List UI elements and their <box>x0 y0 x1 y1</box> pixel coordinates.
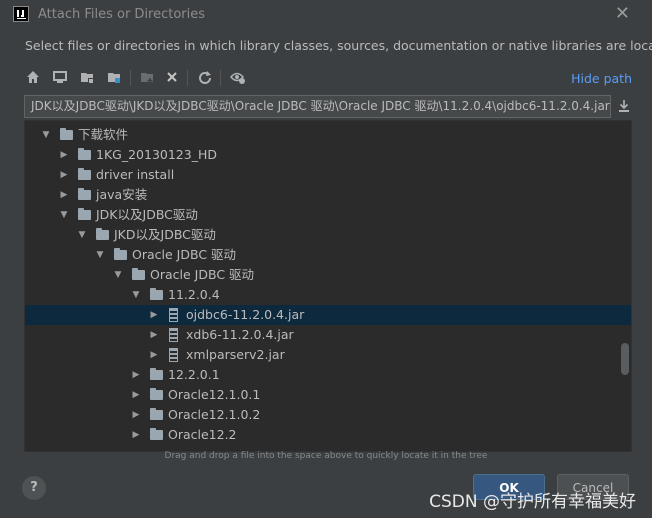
hide-path-link[interactable]: Hide path <box>571 71 632 86</box>
expand-down-icon[interactable]: ▼ <box>113 265 123 285</box>
tree-row[interactable]: ▼ Oracle JDBC 驱动 <box>25 245 631 265</box>
title-bar: Attach Files or Directories ✕ <box>0 0 652 30</box>
tree-row[interactable]: ▶ xmlparserv2.jar <box>25 345 631 365</box>
tree-row[interactable]: ▼ JKD以及JDBC驱动 <box>25 225 631 245</box>
tree-row[interactable]: ▼ 11.2.0.4 <box>25 285 631 305</box>
tree-item-label: ojdbc6-11.2.0.4.jar <box>186 307 305 322</box>
collapse-right-icon[interactable]: ▶ <box>131 405 141 425</box>
expand-down-icon[interactable]: ▼ <box>41 125 51 145</box>
tree-item-label: java安装 <box>96 187 148 202</box>
tree-item-label: Oracle12.2 <box>168 427 237 442</box>
tree-item-label: Oracle JDBC 驱动 <box>132 247 237 262</box>
tree-row[interactable]: ▼ Oracle JDBC 驱动 <box>25 265 631 285</box>
tree-item-label: 1KG_20130123_HD <box>96 147 217 162</box>
folder-icon <box>78 148 91 160</box>
expand-down-icon[interactable]: ▼ <box>131 285 141 305</box>
folder-icon <box>150 288 163 300</box>
new-folder-icon[interactable] <box>138 68 156 86</box>
jar-file-icon <box>169 308 178 322</box>
folder-icon <box>132 268 145 280</box>
folder-icon <box>78 168 91 180</box>
folder-icon <box>150 408 163 420</box>
refresh-icon[interactable] <box>196 68 214 86</box>
toolbar-separator <box>220 70 221 86</box>
collapse-right-icon[interactable]: ▶ <box>131 385 141 405</box>
tree-row[interactable]: ▶ xdb6-11.2.0.4.jar <box>25 325 631 345</box>
tree-row[interactable]: ▶ 12.2.0.1 <box>25 365 631 385</box>
collapse-right-icon[interactable]: ▶ <box>149 305 159 325</box>
tree-item-label: 11.2.0.4 <box>168 287 220 302</box>
tree-item-label: JDK以及JDBC驱动 <box>96 207 198 222</box>
tree-row[interactable]: ▶ Oracle12.1.0.1 <box>25 385 631 405</box>
folder-icon <box>78 188 91 200</box>
tree-item-label: xdb6-11.2.0.4.jar <box>186 327 294 342</box>
collapse-right-icon[interactable]: ▶ <box>131 365 141 385</box>
toolbar <box>24 68 624 88</box>
tree-row[interactable]: ▶ ojdbc6-11.2.0.4.jar <box>25 305 631 325</box>
collapse-right-icon[interactable]: ▶ <box>149 345 159 365</box>
folder-icon <box>114 248 127 260</box>
collapse-right-icon[interactable]: ▶ <box>59 145 69 165</box>
toolbar-separator <box>187 70 188 86</box>
tree-row[interactable]: ▶ java安装 <box>25 185 631 205</box>
expand-down-icon[interactable]: ▼ <box>95 245 105 265</box>
close-icon[interactable]: ✕ <box>615 3 630 24</box>
file-tree[interactable]: ▼ 下载软件 ▶ 1KG_20130123_HD ▶ driver install ▶ jav… <box>24 120 632 452</box>
csdn-watermark: CSDN @守护所有幸福美好 <box>429 492 636 512</box>
show-hidden-icon[interactable] <box>229 68 247 86</box>
help-button[interactable]: ? <box>22 476 46 500</box>
path-input[interactable]: JDK以及JDBC驱动\JKD以及JDBC驱动\Oracle JDBC 驱动\O… <box>24 95 611 118</box>
tree-item-label: 12.2.0.1 <box>168 367 220 382</box>
jar-file-icon <box>169 348 178 362</box>
toolbar-separator <box>130 70 131 86</box>
collapse-right-icon[interactable]: ▶ <box>59 185 69 205</box>
expand-down-icon[interactable]: ▼ <box>59 205 69 225</box>
tree-item-label: JKD以及JDBC驱动 <box>114 227 216 242</box>
desktop-icon[interactable] <box>51 68 69 86</box>
folder-icon <box>78 208 91 220</box>
module-folder-icon[interactable] <box>105 68 123 86</box>
tree-item-label: driver install <box>96 167 175 182</box>
tree-row[interactable]: ▼ 下载软件 <box>25 125 631 145</box>
tree-scrollbar[interactable] <box>621 343 629 375</box>
home-icon[interactable] <box>24 68 42 86</box>
tree-row[interactable]: ▶ Oracle12.2 <box>25 425 631 445</box>
jar-file-icon <box>169 328 178 342</box>
drag-drop-hint: Drag and drop a file into the space abov… <box>164 451 488 461</box>
tree-row[interactable]: ▶ driver install <box>25 165 631 185</box>
project-folder-icon[interactable] <box>78 68 96 86</box>
tree-row[interactable]: ▼ JDK以及JDBC驱动 <box>25 205 631 225</box>
folder-icon <box>150 388 163 400</box>
folder-icon <box>60 128 73 140</box>
tree-row[interactable]: ▶ Oracle12.1.0.2 <box>25 405 631 425</box>
expand-down-icon[interactable]: ▼ <box>77 225 87 245</box>
folder-icon <box>96 228 109 240</box>
dialog-title: Attach Files or Directories <box>38 7 206 22</box>
tree-row[interactable]: ▶ 1KG_20130123_HD <box>25 145 631 165</box>
collapse-right-icon[interactable]: ▶ <box>131 425 141 445</box>
folder-icon <box>150 428 163 440</box>
tree-item-label: Oracle12.1.0.1 <box>168 387 261 402</box>
download-icon[interactable] <box>617 99 631 113</box>
intellij-logo-icon <box>13 6 29 22</box>
tree-item-label: Oracle JDBC 驱动 <box>150 267 255 282</box>
tree-item-label: Oracle12.1.0.2 <box>168 407 261 422</box>
dialog-description: Select files or directories in which lib… <box>25 38 652 53</box>
folder-icon <box>150 368 163 380</box>
tree-item-label: xmlparserv2.jar <box>186 347 285 362</box>
collapse-right-icon[interactable]: ▶ <box>59 165 69 185</box>
tree-item-label: 下载软件 <box>78 127 129 142</box>
delete-icon[interactable] <box>163 68 181 86</box>
collapse-right-icon[interactable]: ▶ <box>149 325 159 345</box>
